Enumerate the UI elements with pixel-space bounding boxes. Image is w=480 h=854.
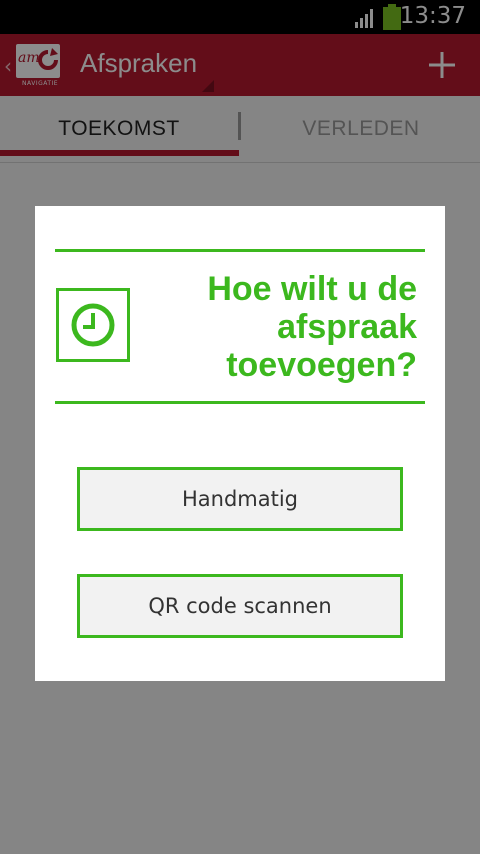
clock-icon-box — [56, 288, 130, 362]
heading-line: afspraak — [277, 308, 417, 346]
heading-line: toevoegen? — [226, 346, 417, 384]
qr-scan-button[interactable]: QR code scannen — [77, 574, 403, 638]
heading-line: Hoe wilt u de — [207, 270, 417, 308]
divider-top — [55, 249, 425, 252]
manual-button[interactable]: Handmatig — [77, 467, 403, 531]
clock-icon — [71, 303, 115, 347]
add-appointment-dialog: Hoe wilt u de afspraak toevoegen? Handma… — [35, 206, 445, 681]
dialog-heading: Hoe wilt u de afspraak toevoegen? — [145, 270, 417, 384]
divider-bottom — [55, 401, 425, 404]
